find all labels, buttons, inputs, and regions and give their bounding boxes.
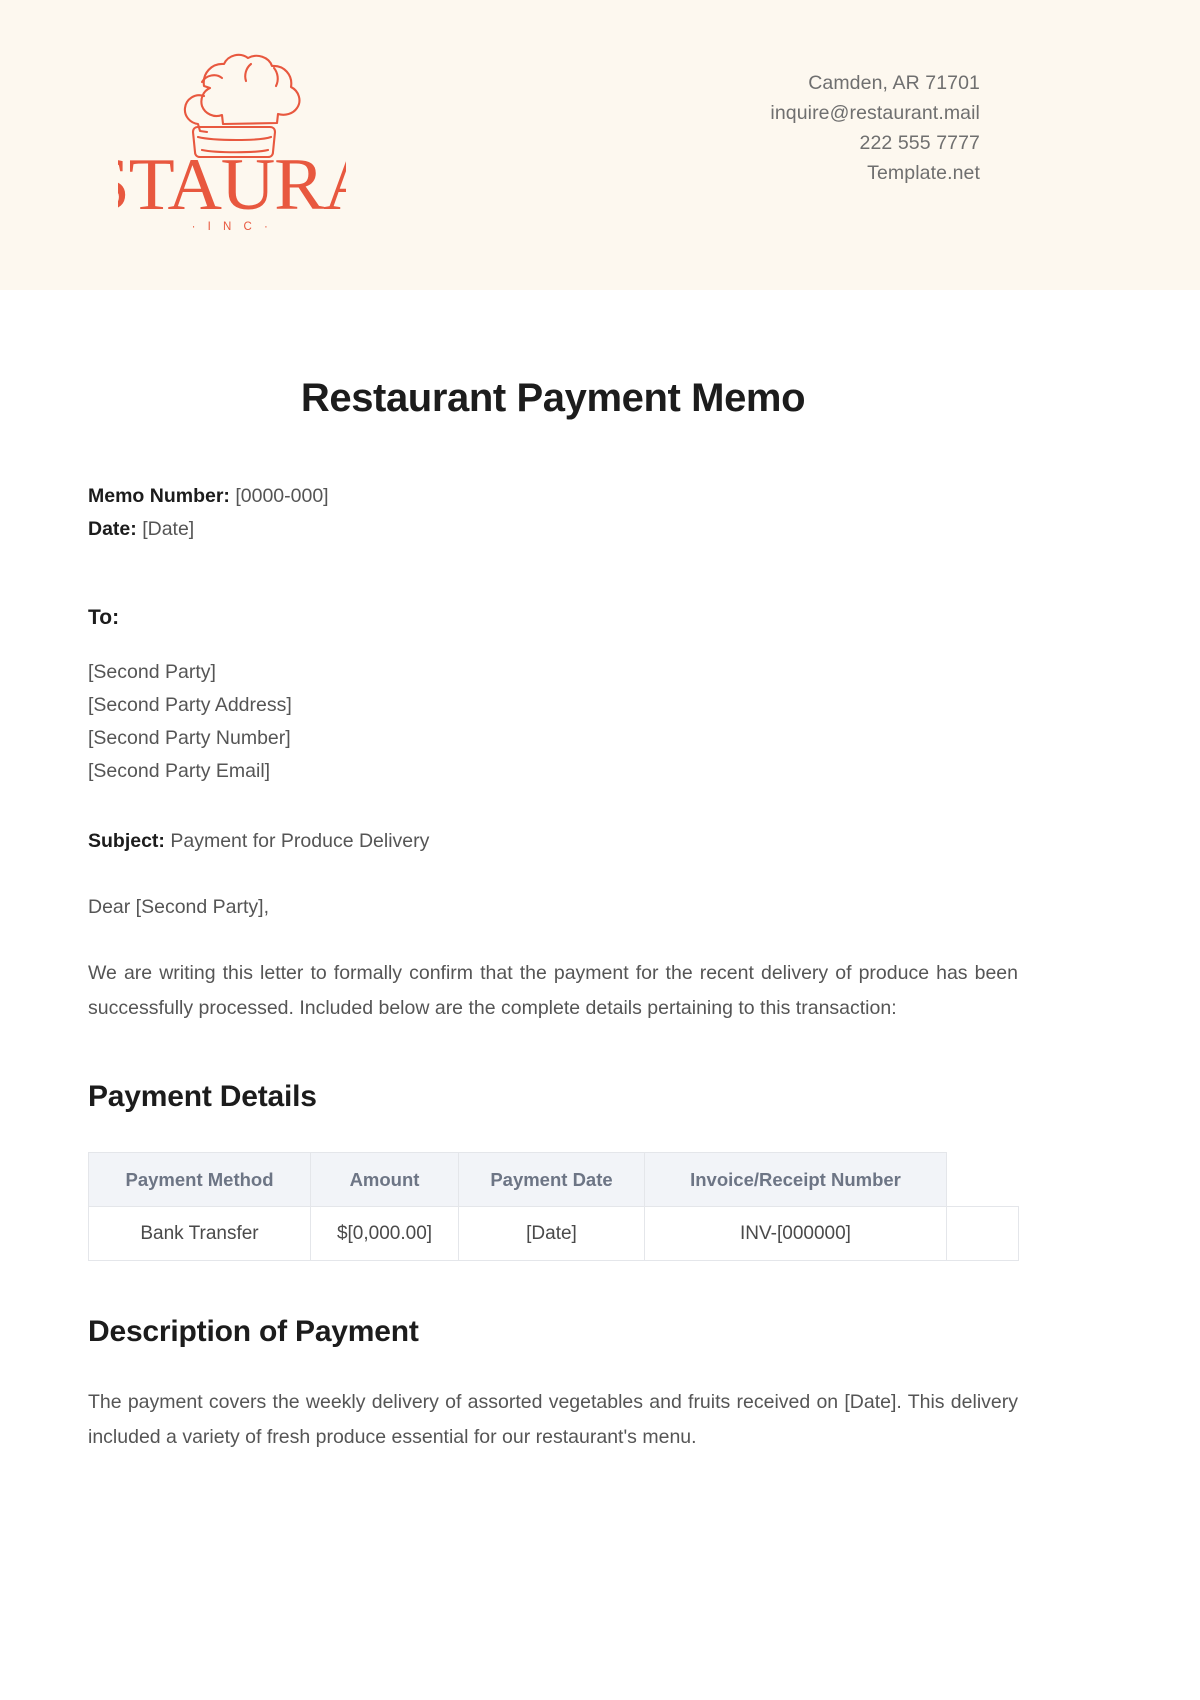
contact-website[interactable]: Template.net [420,158,980,188]
document-page: RESTAURANT · I N C · Camden, AR 71701 in… [0,0,1200,1700]
memo-number-label: Memo Number: [88,485,230,507]
recipient-heading: To: [88,606,120,629]
restaurant-logo: RESTAURANT · I N C · [118,38,346,233]
table-row: Bank Transfer $[0,000.00] [Date] INV-[00… [88,1206,1019,1261]
page-header: RESTAURANT · I N C · Camden, AR 71701 in… [0,0,1200,290]
recipient-name: [Second Party] [88,661,216,683]
table-head: Payment Method Amount Payment Date Invoi… [88,1152,1019,1207]
cell-payment-method: Bank Transfer [88,1206,311,1261]
cell-spacer [946,1206,1019,1261]
recipient-email: [Second Party Email] [88,760,271,782]
memo-date-label: Date: [88,518,137,540]
description-heading: Description of Payment [88,1315,419,1348]
recipient-number: [Second Party Number] [88,727,291,749]
subject-line: Subject: Payment for Produce Delivery [88,826,1018,856]
payment-details-table-wrap: Payment Method Amount Payment Date Invoi… [88,1152,1019,1261]
table-body: Bank Transfer $[0,000.00] [Date] INV-[00… [88,1206,1019,1261]
cell-amount: $[0,000.00] [310,1206,459,1261]
column-header-payment-method: Payment Method [88,1152,311,1207]
svg-text:· I N C ·: · I N C · [192,221,273,233]
subject-value: Payment for Produce Delivery [170,830,430,852]
subject-label: Subject: [88,830,165,852]
contact-phone[interactable]: 222 555 7777 [420,128,980,158]
memo-number-value: [0000-000] [235,485,329,507]
document-body: Restaurant Payment Memo Memo Number: [00… [88,290,1019,1475]
column-header-invoice-number: Invoice/Receipt Number [644,1152,947,1207]
recipient-details: [Second Party] [Second Party Address] [S… [88,656,1018,788]
payment-details-heading: Payment Details [88,1080,317,1113]
header-contact-block: Camden, AR 71701 inquire@restaurant.mail… [420,68,980,188]
table-header-row: Payment Method Amount Payment Date Invoi… [88,1152,1019,1207]
contact-email[interactable]: inquire@restaurant.mail [420,98,980,128]
payment-details-table: Payment Method Amount Payment Date Invoi… [88,1152,1019,1261]
column-header-spacer [946,1152,1019,1207]
svg-text:RESTAURANT: RESTAURANT [118,144,346,226]
column-header-payment-date: Payment Date [458,1152,645,1207]
recipient-address: [Second Party Address] [88,694,292,716]
column-header-amount: Amount [310,1152,459,1207]
memo-date-line: Date: [Date] [88,513,1018,546]
cell-invoice-number: INV-[000000] [644,1206,947,1261]
chef-hat-logo-icon: RESTAURANT · I N C · [118,53,346,233]
memo-date-value: [Date] [142,518,195,540]
page-title: Restaurant Payment Memo [300,376,806,420]
intro-paragraph: We are writing this letter to formally c… [88,962,1018,1019]
cell-payment-date: [Date] [458,1206,645,1261]
salutation: Dear [Second Party], [88,896,270,918]
memo-meta-block: Memo Number: [0000-000] Date: [Date] [88,480,1018,546]
contact-address: Camden, AR 71701 [808,72,980,94]
memo-number-line: Memo Number: [0000-000] [88,480,1018,513]
description-paragraph: The payment covers the weekly delivery o… [88,1391,1018,1448]
